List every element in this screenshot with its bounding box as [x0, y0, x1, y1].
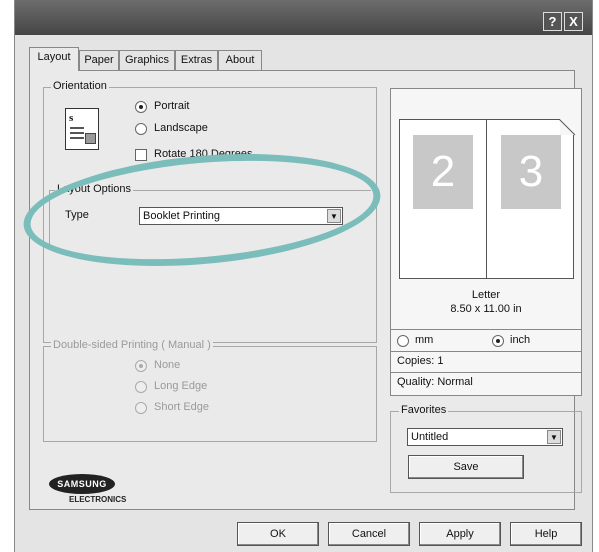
duplex-none-label: None [154, 359, 181, 371]
favorites-group [390, 411, 582, 493]
quality-text: Quality: Normal [397, 376, 473, 388]
preview-panel: 2 3 Letter 8.50 x 11.00 in mm inch Copie… [390, 88, 582, 396]
chevron-down-icon: ▼ [547, 430, 561, 444]
booklet-page-left: 2 [413, 135, 473, 209]
booklet-page-right: 3 [501, 135, 561, 209]
close-button[interactable]: X [564, 12, 583, 31]
help-title-button[interactable]: ? [543, 12, 562, 31]
portrait-label: Portrait [154, 100, 190, 112]
paper-name: Letter [471, 289, 501, 301]
double-sided-title: Double-sided Printing ( Manual ) [51, 339, 213, 351]
unit-mm-radio[interactable] [397, 335, 409, 347]
duplex-short-edge-radio[interactable] [135, 402, 147, 414]
apply-button[interactable]: Apply [419, 522, 501, 546]
unit-mm-label: mm [415, 334, 434, 346]
landscape-label: Landscape [154, 122, 208, 134]
favorites-dropdown[interactable]: Untitled ▼ [407, 428, 563, 446]
type-label: Type [65, 209, 89, 221]
paper-size: 8.50 x 11.00 in [450, 303, 522, 315]
layout-type-value: Booklet Printing [143, 210, 221, 222]
rotate-180-label: Rotate 180 Degrees [154, 148, 253, 160]
printer-properties-window: ? X Layout Paper Graphics Extras About O… [14, 0, 593, 552]
duplex-short-edge-label: Short Edge [154, 401, 210, 413]
unit-inch-radio[interactable] [492, 335, 504, 347]
copies-text: Copies: 1 [397, 355, 444, 367]
tab-layout[interactable]: Layout [29, 47, 79, 71]
tab-extras[interactable]: Extras [175, 50, 218, 70]
double-sided-group [43, 346, 377, 442]
samsung-logo: SAMSUNG [49, 474, 115, 494]
tab-about[interactable]: About [218, 50, 262, 70]
unit-inch-label: inch [510, 334, 531, 346]
rotate-180-checkbox[interactable] [135, 149, 147, 161]
title-bar: ? X [15, 0, 592, 35]
duplex-long-edge-radio[interactable] [135, 381, 147, 393]
chevron-down-icon: ▼ [327, 209, 341, 223]
booklet-preview-sheet: 2 3 [399, 119, 576, 279]
orientation-title: Orientation [51, 80, 109, 92]
favorites-title: Favorites [399, 404, 449, 416]
save-favorite-button[interactable]: Save [408, 455, 524, 479]
tab-paper[interactable]: Paper [79, 50, 119, 70]
portrait-radio[interactable] [135, 101, 147, 113]
help-button[interactable]: Help [510, 522, 582, 546]
landscape-radio[interactable] [135, 123, 147, 135]
tab-graphics[interactable]: Graphics [119, 50, 175, 70]
favorites-value: Untitled [411, 431, 449, 443]
layout-options-title: Layout Options [55, 183, 133, 195]
cancel-button[interactable]: Cancel [328, 522, 410, 546]
duplex-none-radio[interactable] [135, 360, 147, 372]
samsung-electronics-text: ELECTRONICS [69, 495, 127, 504]
layout-type-dropdown[interactable]: Booklet Printing ▼ [139, 207, 343, 225]
ok-button[interactable]: OK [237, 522, 319, 546]
document-orientation-icon: s [65, 108, 99, 150]
duplex-long-edge-label: Long Edge [154, 380, 208, 392]
